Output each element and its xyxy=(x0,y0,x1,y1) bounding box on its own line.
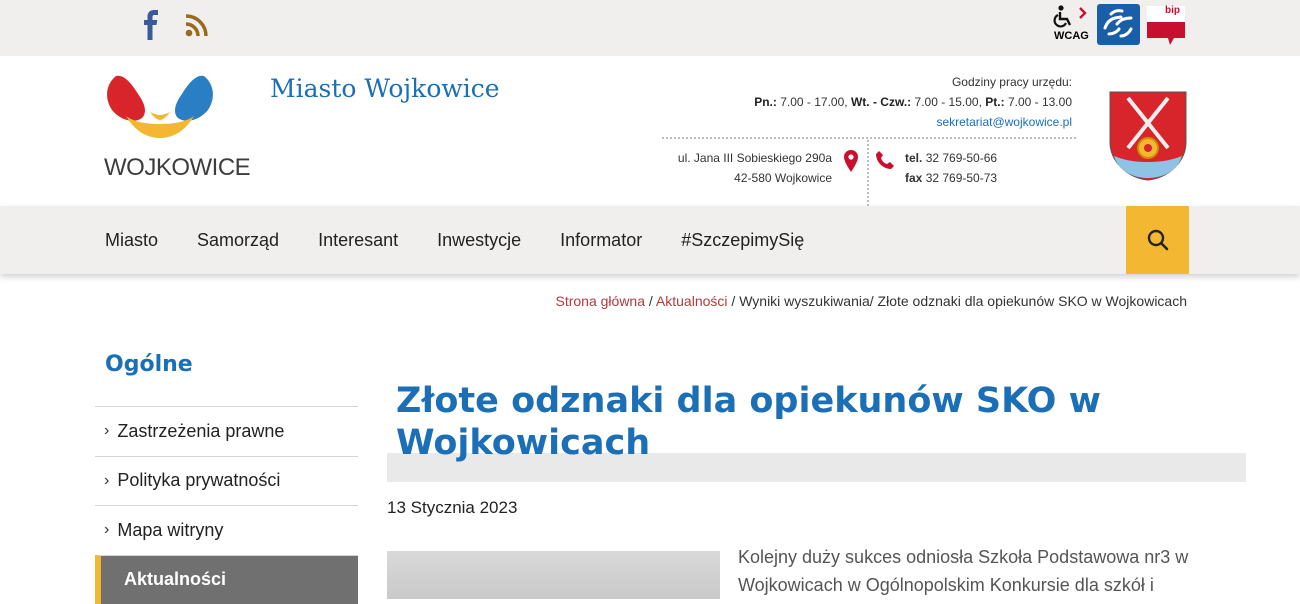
city-logo-icon xyxy=(100,72,220,152)
breadcrumb-separator: / xyxy=(731,293,735,309)
bip-link[interactable]: bip xyxy=(1146,4,1186,46)
breadcrumb-home[interactable]: Strona główna xyxy=(556,293,646,309)
divider xyxy=(662,137,1076,139)
wcag-label: WCAG xyxy=(1054,30,1089,42)
sidebar-item-zastrzezenia[interactable]: › Zastrzeżenia prawne xyxy=(95,406,358,456)
contact-phones: tel. 32 769-50-66 fax 32 769-50-73 xyxy=(905,148,997,188)
breadcrumb-separator: / xyxy=(649,293,653,309)
phone-icon xyxy=(875,150,895,170)
rss-icon[interactable] xyxy=(184,12,210,38)
search-icon xyxy=(1147,229,1169,251)
main-navigation: Miasto Samorząd Interesant Inwestycje In… xyxy=(0,206,1300,274)
city-logo-text: WOJKOWICE xyxy=(104,154,250,182)
hours-time: 7.00 - 15.00, xyxy=(915,95,982,109)
hours-day: Pt.: xyxy=(985,95,1004,109)
sidebar-menu: › Zastrzeżenia prawne › Polityka prywatn… xyxy=(95,406,358,604)
city-logo[interactable]: WOJKOWICE xyxy=(100,72,220,184)
sidebar-item-label: Mapa witryny xyxy=(117,520,223,541)
hours-day: Pn.: xyxy=(754,95,777,109)
tel-label: tel. xyxy=(905,151,922,165)
sign-language-icon xyxy=(1097,4,1140,45)
chevron-right-icon: › xyxy=(104,422,109,440)
facebook-icon[interactable] xyxy=(140,10,162,40)
tel-number[interactable]: 32 769-50-66 xyxy=(926,151,997,165)
wcag-button[interactable]: WCAG xyxy=(1052,4,1090,44)
article-photo[interactable] xyxy=(387,551,720,599)
address-line: 42-580 Wojkowice xyxy=(678,168,832,188)
nav-item-szczepimysie[interactable]: #SzczepimySię xyxy=(681,230,804,251)
sidebar-item-label: Zastrzeżenia prawne xyxy=(117,421,284,442)
breadcrumb-search[interactable]: Wyniki wyszukiwania xyxy=(739,293,870,309)
sidebar-item-aktualnosci[interactable]: Aktualności xyxy=(95,555,358,604)
search-button[interactable] xyxy=(1126,206,1189,274)
nav-item-informator[interactable]: Informator xyxy=(560,230,642,251)
bip-label: bip xyxy=(1165,5,1180,16)
nav-item-miasto[interactable]: Miasto xyxy=(105,230,158,251)
nav-menu: Miasto Samorząd Interesant Inwestycje In… xyxy=(105,206,843,274)
hours-line: Pn.: 7.00 - 17.00, Wt. - Czw.: 7.00 - 15… xyxy=(754,92,1072,112)
breadcrumb: Strona główna / Aktualności / Wyniki wys… xyxy=(556,293,1188,309)
site-title[interactable]: Miasto Wojkowice xyxy=(270,74,500,103)
chevron-right-icon: › xyxy=(104,472,109,490)
sidebar-item-mapa[interactable]: › Mapa witryny xyxy=(95,505,358,555)
nav-item-inwestycje[interactable]: Inwestycje xyxy=(437,230,521,251)
fax-label: fax xyxy=(905,171,922,185)
article-title: Złote odznaki dla opiekunów SKO w Wojkow… xyxy=(396,380,1156,464)
address-line: ul. Jana III Sobieskiego 290a xyxy=(678,148,832,168)
sign-language-button[interactable] xyxy=(1097,4,1140,45)
sidebar-title: Ogólne xyxy=(105,352,193,377)
breadcrumb-current: Złote odznaki dla opiekunów SKO w Wojkow… xyxy=(878,293,1187,309)
sidebar-item-label: Polityka prywatności xyxy=(117,470,280,491)
fax-number: 32 769-50-73 xyxy=(926,171,997,185)
article-date: 13 Stycznia 2023 xyxy=(387,498,517,518)
breadcrumb-news[interactable]: Aktualności xyxy=(656,293,728,309)
hours-day: Wt. - Czw.: xyxy=(851,95,911,109)
sidebar-item-label: Aktualności xyxy=(124,569,226,590)
coat-of-arms-icon xyxy=(1108,90,1188,182)
breadcrumb-separator: / xyxy=(870,293,874,309)
accessibility-icon xyxy=(1052,4,1090,30)
article-lead: Kolejny duży sukces odniosła Szkoła Pods… xyxy=(738,543,1198,599)
top-bar: WCAG bip xyxy=(0,0,1300,56)
office-hours: Godziny pracy urzędu: Pn.: 7.00 - 17.00,… xyxy=(754,72,1072,132)
hours-title: Godziny pracy urzędu: xyxy=(754,72,1072,92)
nav-item-interesant[interactable]: Interesant xyxy=(318,230,398,251)
nav-item-samorzad[interactable]: Samorząd xyxy=(197,230,279,251)
email-link[interactable]: sekretariat@wojkowice.pl xyxy=(754,112,1072,132)
hours-time: 7.00 - 13.00 xyxy=(1008,95,1072,109)
divider xyxy=(867,140,869,206)
chevron-right-icon: › xyxy=(104,521,109,539)
address: ul. Jana III Sobieskiego 290a 42-580 Woj… xyxy=(678,148,832,188)
hours-time: 7.00 - 17.00, xyxy=(780,95,847,109)
map-pin-icon xyxy=(843,150,859,172)
sidebar-item-polityka[interactable]: › Polityka prywatności xyxy=(95,456,358,506)
